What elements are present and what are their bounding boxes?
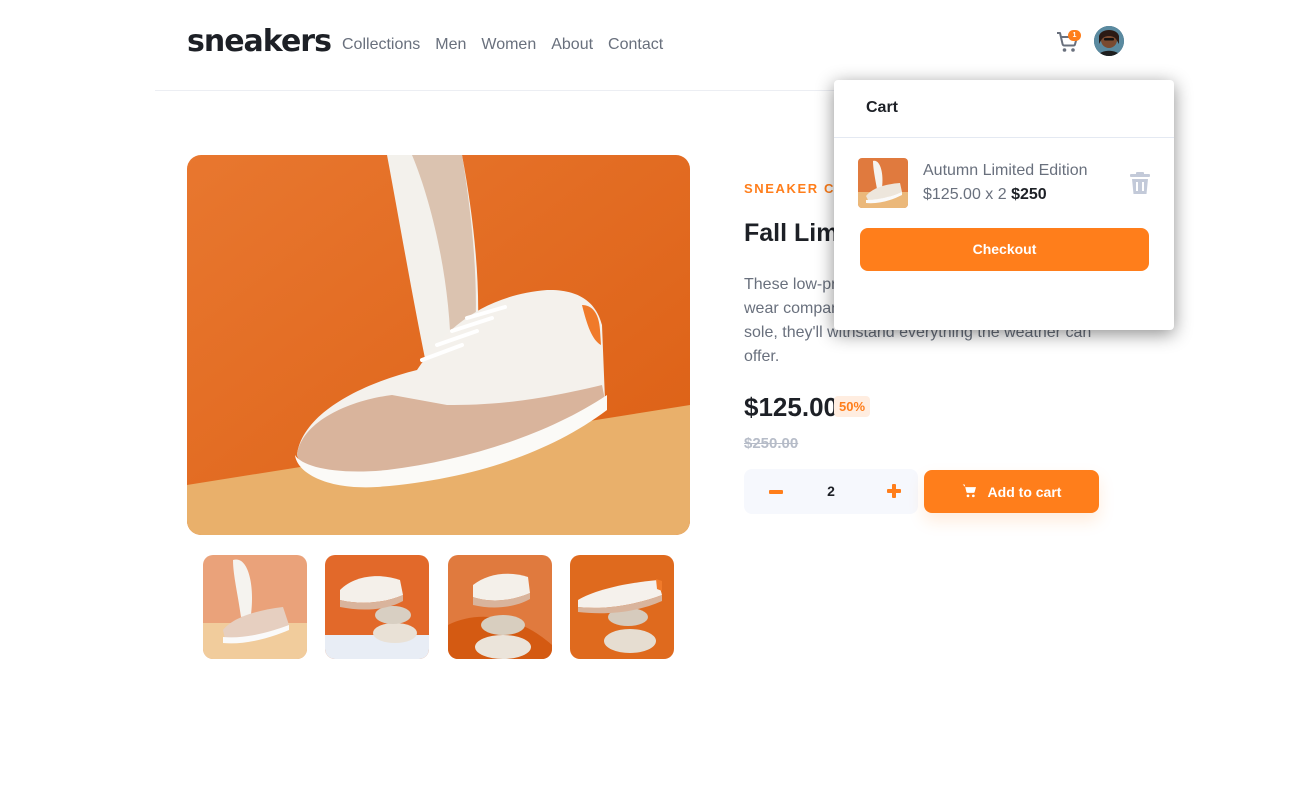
nav-about[interactable]: About: [551, 36, 593, 54]
cart-item-total: $250: [1011, 186, 1047, 203]
original-price: $250.00: [744, 435, 799, 452]
checkout-button[interactable]: Checkout: [860, 228, 1149, 271]
thumbnail-4[interactable]: [570, 555, 674, 659]
site-header: sneakers Collections Men Women About Con…: [155, 0, 1155, 91]
plus-icon[interactable]: [882, 479, 906, 503]
nav-men[interactable]: Men: [435, 36, 466, 54]
user-avatar[interactable]: [1094, 26, 1124, 56]
product-main-image[interactable]: [187, 155, 690, 535]
cart-item-price: $125.00 x 2 $250: [923, 186, 1047, 204]
cart-item-thumbnail: [858, 158, 908, 208]
quantity-stepper: 2: [744, 469, 918, 514]
cart-item-unit-price: $125.00 x 2: [923, 186, 1007, 203]
quantity-value: 2: [827, 483, 835, 499]
add-to-cart-button[interactable]: Add to cart: [924, 470, 1099, 513]
nav-contact[interactable]: Contact: [608, 36, 663, 54]
thumbnail-1[interactable]: [203, 555, 307, 659]
cart-title: Cart: [866, 99, 899, 116]
nav-women[interactable]: Women: [481, 36, 536, 54]
cart-item-name: Autumn Limited Edition: [923, 162, 1088, 179]
cart-dropdown: Cart Autumn Limited Edition $125.00 x 2 …: [834, 80, 1174, 330]
cart-icon: [962, 483, 978, 501]
current-price: $125.00: [744, 392, 838, 422]
add-to-cart-label: Add to cart: [987, 483, 1062, 500]
nav-collections[interactable]: Collections: [342, 36, 420, 54]
discount-badge: 50%: [834, 396, 871, 417]
thumbnail-3[interactable]: [448, 555, 552, 659]
cart-count-badge: 1: [1068, 30, 1081, 41]
main-nav: Collections Men Women About Contact: [342, 36, 663, 54]
minus-icon[interactable]: [764, 479, 788, 503]
logo[interactable]: sneakers: [187, 24, 332, 59]
trash-icon[interactable]: [1130, 171, 1150, 195]
thumbnail-2[interactable]: [325, 555, 429, 659]
cart-header: Cart: [834, 80, 1174, 138]
